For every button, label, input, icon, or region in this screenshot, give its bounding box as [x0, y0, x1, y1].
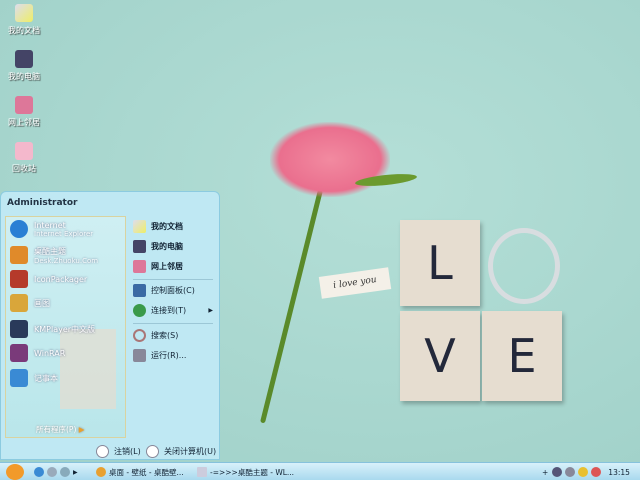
desktop-icon-recycle-bin[interactable]: 回收站	[4, 142, 44, 174]
network-places-icon	[15, 96, 33, 114]
my-computer-icon	[15, 50, 33, 68]
tile-e: E	[482, 311, 562, 401]
menu-label: 我的文档	[151, 222, 183, 231]
icon-label: 我的电脑	[8, 72, 40, 81]
task-label: -=>>>桌酷主题 - WL...	[210, 467, 295, 477]
program-title: IconPackager	[34, 274, 88, 284]
search-icon	[133, 329, 146, 342]
program-iconpackager[interactable]: IconPackager	[10, 269, 87, 289]
globe-icon	[133, 304, 146, 317]
desktop-icon-my-computer[interactable]: 我的电脑	[4, 50, 44, 82]
desktop-icon-my-documents[interactable]: 我的文档	[4, 4, 44, 36]
window-icon	[197, 467, 207, 477]
menu-control-panel[interactable]: 控制面板(C)	[133, 284, 195, 297]
run-icon	[133, 349, 146, 362]
pane-art	[60, 329, 116, 409]
ring-icon	[488, 228, 560, 304]
my-computer-icon	[133, 240, 146, 253]
tray-expand-button[interactable]: +	[542, 468, 548, 477]
tile-v: V	[400, 311, 480, 401]
taskbar: ▶ 桌面 - 壁纸 - 桌酷壁... -=>>>桌酷主题 - WL... +13…	[0, 462, 640, 480]
program-title: Internet	[34, 220, 66, 230]
show-desktop-icon[interactable]	[60, 467, 70, 477]
iconpackager-icon	[10, 270, 28, 288]
quick-launch: ▶	[34, 465, 78, 479]
program-notepad[interactable]: 记事本	[10, 368, 58, 388]
menu-label: 控制面板(C)	[151, 286, 195, 295]
winrar-icon	[10, 344, 28, 362]
program-paint[interactable]: 画图	[10, 293, 50, 313]
program-title: WinRAR	[34, 348, 66, 358]
menu-network[interactable]: 网上邻居	[133, 260, 183, 273]
tile-l: L	[400, 220, 480, 306]
logoff-button[interactable]: 注销(L)	[96, 445, 141, 458]
program-internet[interactable]: Internet Internet Explorer	[10, 219, 93, 239]
menu-search[interactable]: 搜索(S)	[133, 329, 178, 342]
control-panel-icon	[133, 284, 146, 297]
submenu-arrow-icon: ▶	[208, 307, 213, 314]
task-browser[interactable]: 桌面 - 壁纸 - 桌酷壁...	[96, 465, 192, 479]
flower-stem	[260, 189, 323, 424]
program-title: 桌酷主题	[34, 246, 66, 256]
icon-label: 回收站	[12, 164, 36, 173]
shutdown-button[interactable]: 关闭计算机(U)	[146, 445, 216, 458]
menu-label: 运行(R)...	[151, 351, 187, 360]
menu-label: 搜索(S)	[151, 331, 179, 340]
power-icon	[146, 445, 159, 458]
program-title: KMPlayer中文版	[34, 324, 96, 334]
task-label: 桌面 - 壁纸 - 桌酷壁...	[109, 467, 184, 477]
programs-pane: Internet Internet Explorer 桌酷主题 Desk.Zhuok…	[5, 216, 126, 438]
zhuoku-icon	[10, 246, 28, 264]
menu-label: 我的电脑	[151, 242, 183, 251]
ie-icon[interactable]	[34, 467, 44, 477]
icon-label: 我的文档	[8, 26, 40, 35]
network-places-icon	[133, 260, 146, 273]
arrow-right-icon: ▶	[78, 425, 85, 434]
logoff-label: 注销(L)	[114, 447, 141, 456]
divider	[133, 323, 213, 324]
ie-icon	[10, 220, 28, 238]
menu-run[interactable]: 运行(R)...	[133, 349, 186, 362]
icon-label: 网上邻居	[8, 118, 40, 127]
network-icon[interactable]	[552, 467, 563, 477]
clock[interactable]: 13:15	[608, 468, 630, 477]
menu-connect-to[interactable]: 连接到(T) ▶	[133, 304, 213, 317]
expand-arrow-icon[interactable]: ▶	[73, 469, 78, 476]
program-zhuoku[interactable]: 桌酷主题 Desk.Zhuoku.Com	[10, 245, 98, 265]
menu-my-computer[interactable]: 我的电脑	[133, 240, 183, 253]
shutdown-label: 关闭计算机(U)	[164, 447, 217, 456]
program-sub: Desk.Zhuoku.Com	[34, 256, 99, 265]
program-kmplayer[interactable]: KMPlayer中文版	[10, 319, 95, 339]
task-explorer[interactable]: -=>>>桌酷主题 - WL...	[197, 465, 297, 479]
menu-label: 连接到(T)	[151, 306, 187, 315]
paint-icon	[10, 294, 28, 312]
user-name: Administrator	[7, 198, 78, 208]
my-documents-icon	[133, 220, 146, 233]
program-sub: Internet Explorer	[34, 229, 94, 238]
love-tag: i love you	[318, 267, 392, 299]
security-icon[interactable]	[565, 467, 576, 477]
program-title: 记事本	[34, 373, 58, 383]
start-button[interactable]	[6, 464, 24, 480]
my-documents-icon	[15, 4, 33, 22]
notepad-icon	[10, 369, 28, 387]
start-menu: Administrator Internet Internet Explorer …	[0, 191, 220, 460]
media-icon[interactable]	[47, 467, 57, 477]
menu-my-documents[interactable]: 我的文档	[133, 220, 183, 233]
system-tray: +13:15	[542, 465, 630, 479]
all-programs-label: 所有程序(P)	[36, 425, 77, 434]
qq-icon[interactable]	[591, 467, 602, 477]
browser-icon	[96, 467, 106, 477]
program-title: 画图	[34, 298, 50, 308]
divider	[133, 279, 213, 280]
shield-icon[interactable]	[578, 467, 589, 477]
kmplayer-icon	[10, 320, 28, 338]
menu-label: 网上邻居	[151, 262, 183, 271]
desktop-icon-network[interactable]: 网上邻居	[4, 96, 44, 128]
program-winrar[interactable]: WinRAR	[10, 343, 65, 363]
all-programs-button[interactable]: 所有程序(P) ▶	[36, 424, 85, 435]
recycle-bin-icon	[15, 142, 33, 160]
logoff-icon	[96, 445, 109, 458]
